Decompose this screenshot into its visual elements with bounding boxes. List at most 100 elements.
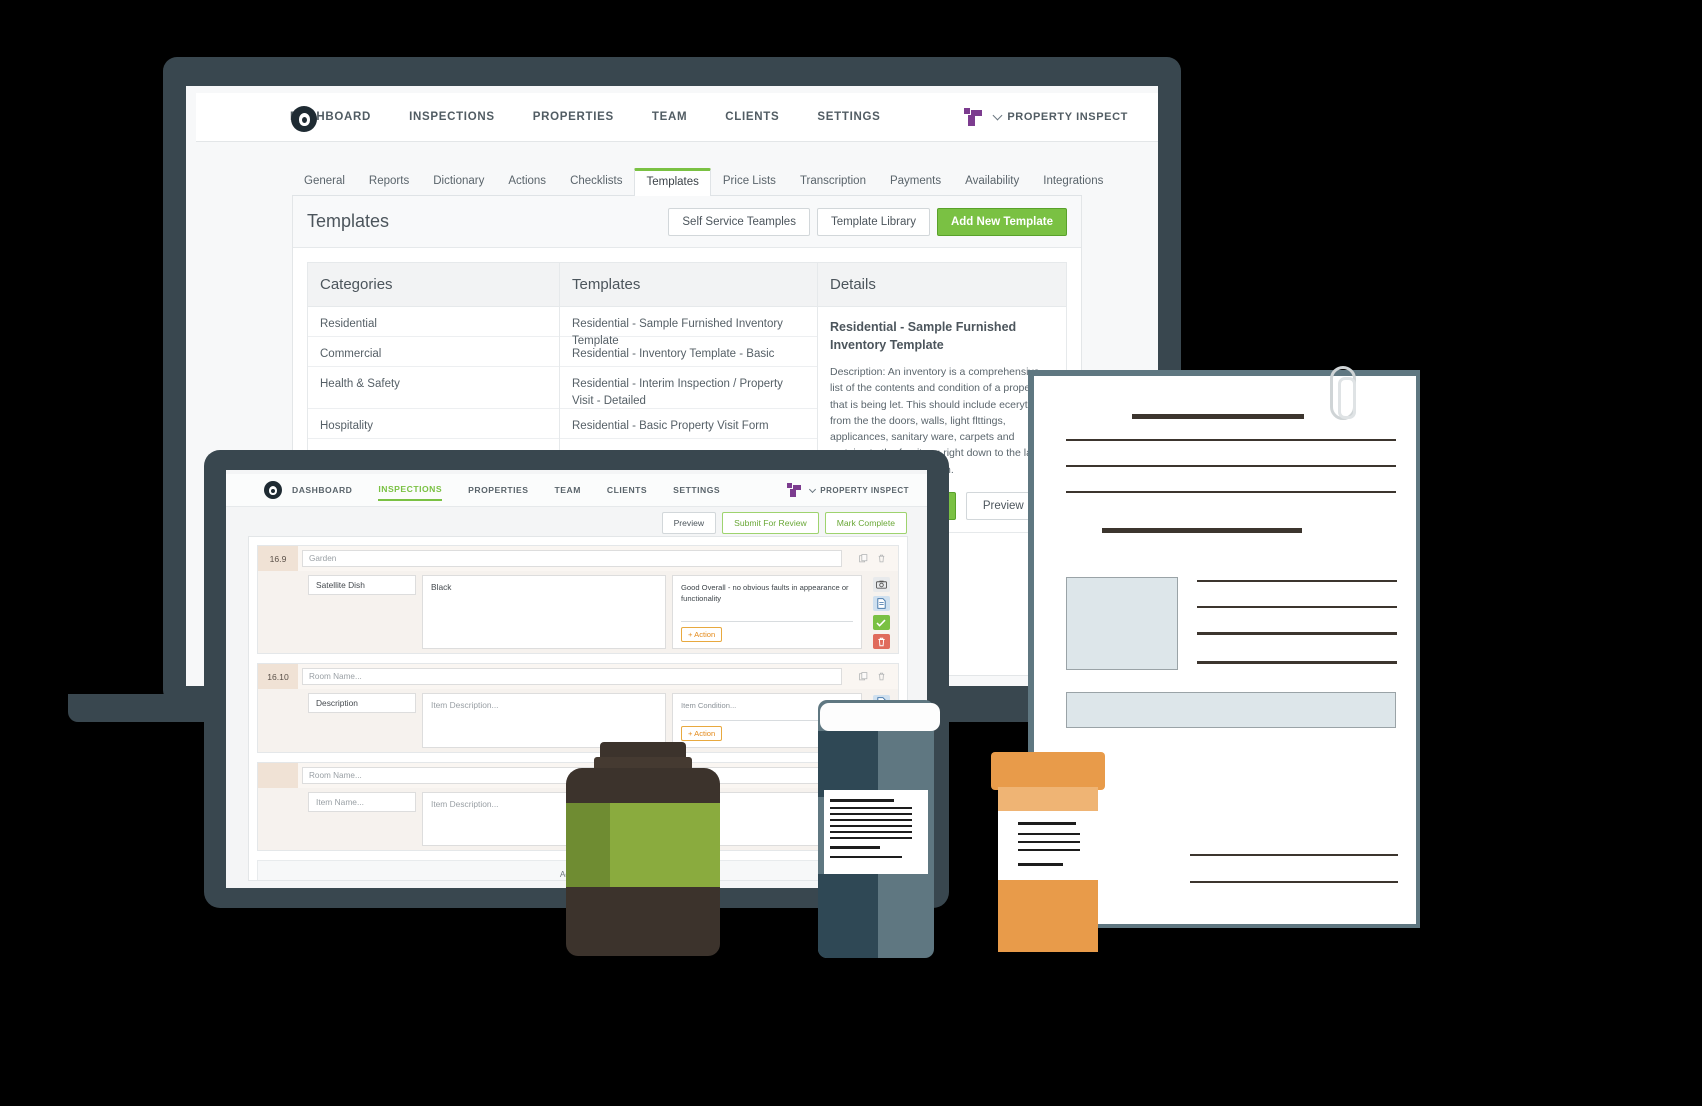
- footer-rule: [1190, 881, 1398, 883]
- panel-header-buttons: Self Service Teamples Template Library A…: [668, 207, 1067, 236]
- tab-price-lists[interactable]: Price Lists: [711, 167, 788, 195]
- purple-puzzle-icon: [964, 108, 983, 126]
- tab-templates[interactable]: Templates: [634, 168, 711, 196]
- phone-text-line: [830, 819, 912, 821]
- bottle-label-shadow: [566, 803, 610, 887]
- mark-complete-button[interactable]: Mark Complete: [824, 512, 907, 534]
- item-name-column: Satellite Dish: [308, 575, 416, 649]
- camera-icon[interactable]: [872, 577, 890, 592]
- tab-general[interactable]: General: [292, 167, 357, 195]
- trash-icon[interactable]: [877, 554, 886, 563]
- tab-integrations[interactable]: Integrations: [1031, 167, 1115, 195]
- pill-bottle-cap: [991, 752, 1105, 790]
- settings-subtabs: General Reports Dictionary Actions Check…: [292, 166, 1103, 196]
- tablet-nav-link-team[interactable]: TEAM: [555, 480, 581, 500]
- inspection-preview-button[interactable]: Preview: [661, 512, 717, 534]
- account-menu[interactable]: PROPERTY INSPECT: [992, 110, 1128, 123]
- inspection-row-header: 16.9 Garden: [258, 546, 898, 571]
- item-name-input[interactable]: Item Name...: [308, 792, 416, 812]
- item-description-input[interactable]: Black: [422, 575, 666, 649]
- side-rule: [1197, 661, 1397, 664]
- phone-text-line: [830, 831, 912, 833]
- nav-link-inspections[interactable]: INSPECTIONS: [409, 105, 495, 129]
- template-row[interactable]: Residential - Interim Inspection / Prope…: [560, 367, 817, 409]
- tablet-account-menu[interactable]: PROPERTY INSPECT: [809, 485, 909, 495]
- tablet-nav-right-cluster: PROPERTY INSPECT: [787, 483, 927, 497]
- brand-circle-icon[interactable]: [264, 481, 282, 499]
- brand-circle-icon[interactable]: [291, 106, 317, 132]
- pill-label-line: [1018, 841, 1080, 843]
- row-spacer: [262, 575, 302, 649]
- nav-right-cluster: PROPERTY INSPECT: [964, 108, 1158, 126]
- image-placeholder: [1066, 577, 1178, 670]
- item-name-column: Description: [308, 693, 416, 748]
- add-action-button[interactable]: + Action: [681, 627, 723, 642]
- template-library-button[interactable]: Template Library: [816, 207, 930, 236]
- pill-bottle-top-band: [998, 787, 1098, 811]
- row-number: 16.9: [258, 546, 298, 571]
- subheading-rule: [1102, 528, 1302, 533]
- phone-text-line: [830, 807, 912, 809]
- account-name: PROPERTY INSPECT: [1007, 111, 1128, 123]
- item-description-input[interactable]: Item Description...: [422, 693, 666, 748]
- nav-link-clients[interactable]: CLIENTS: [725, 105, 779, 129]
- tab-checklists[interactable]: Checklists: [558, 167, 634, 195]
- inspection-actions: Preview Submit For Review Mark Complete: [661, 512, 907, 534]
- phone-text-line: [830, 825, 912, 827]
- item-name-input[interactable]: Description: [308, 693, 416, 713]
- copy-icon[interactable]: [858, 554, 868, 563]
- category-row[interactable]: Health & Safety: [308, 367, 559, 409]
- category-row[interactable]: Residential: [308, 307, 559, 337]
- row-tools: [868, 575, 894, 649]
- tab-actions[interactable]: Actions: [496, 167, 558, 195]
- nav-link-properties[interactable]: PROPERTIES: [533, 105, 614, 129]
- tab-dictionary[interactable]: Dictionary: [421, 167, 496, 195]
- heading-rule: [1132, 414, 1304, 419]
- tab-transcription[interactable]: Transcription: [788, 167, 878, 195]
- template-row[interactable]: Residential - Sample Furnished Inventory…: [560, 307, 817, 347]
- room-name-input[interactable]: Room Name...: [302, 668, 842, 685]
- document-icon[interactable]: [872, 596, 890, 611]
- tab-payments[interactable]: Payments: [878, 167, 953, 195]
- panel-header: Templates Self Service Teamples Template…: [293, 196, 1081, 248]
- add-action-button[interactable]: + Action: [681, 726, 723, 741]
- row-header-icons: [846, 546, 898, 571]
- category-row[interactable]: Hospitality: [308, 409, 559, 439]
- body-rule: [1066, 439, 1396, 441]
- chevron-down-icon: [992, 110, 1003, 121]
- tablet-nav-link-dashboard[interactable]: DASHBOARD: [292, 480, 352, 500]
- template-row[interactable]: Residential - Basic Property Visit Form: [560, 409, 817, 439]
- submit-for-review-button[interactable]: Submit For Review: [722, 512, 819, 534]
- pill-label-line: [1018, 833, 1080, 835]
- tablet-nav-link-inspections[interactable]: INSPECTIONS: [378, 479, 443, 501]
- condition-divider: [681, 621, 853, 622]
- tablet-nav-link-clients[interactable]: CLIENTS: [607, 480, 647, 500]
- phone-top-band: [818, 731, 878, 797]
- nav-link-team[interactable]: TEAM: [652, 105, 687, 129]
- delete-icon[interactable]: [872, 634, 890, 649]
- tablet-nav-link-properties[interactable]: PROPERTIES: [468, 480, 528, 500]
- inspection-row-body: Description Item Description... Item Con…: [258, 689, 898, 752]
- item-name-input[interactable]: Satellite Dish: [308, 575, 416, 595]
- side-rule: [1197, 632, 1397, 635]
- add-new-template-button[interactable]: Add New Template: [936, 207, 1067, 236]
- self-service-templates-button[interactable]: Self Service Teamples: [668, 207, 810, 236]
- row-spacer: [262, 792, 302, 846]
- item-condition-text[interactable]: Good Overall - no obvious faults in appe…: [681, 582, 853, 604]
- category-row[interactable]: Commercial: [308, 337, 559, 367]
- paperclip-icon: [1330, 366, 1356, 420]
- copy-icon[interactable]: [858, 672, 868, 681]
- phone-text-line: [830, 837, 912, 839]
- tablet-nav-link-settings[interactable]: SETTINGS: [673, 480, 720, 500]
- room-name-input[interactable]: Garden: [302, 550, 842, 567]
- tab-reports[interactable]: Reports: [357, 167, 421, 195]
- body-rule: [1066, 465, 1396, 467]
- phone-bottom-band: [818, 874, 878, 958]
- row-number: [258, 763, 298, 788]
- page-title: Templates: [307, 211, 390, 231]
- nav-link-settings[interactable]: SETTINGS: [817, 105, 880, 129]
- tab-availability[interactable]: Availability: [953, 167, 1031, 195]
- phone-text-line: [830, 856, 902, 858]
- approve-icon[interactable]: [872, 615, 890, 630]
- trash-icon[interactable]: [877, 672, 886, 681]
